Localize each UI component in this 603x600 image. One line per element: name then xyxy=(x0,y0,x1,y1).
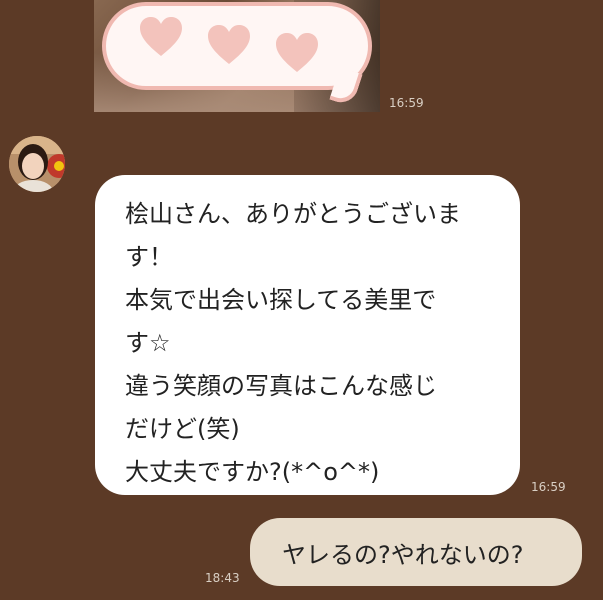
outgoing-message-bubble[interactable]: ヤレるの?やれないの? xyxy=(250,518,582,586)
photo-message[interactable] xyxy=(94,0,380,112)
avatar[interactable] xyxy=(9,136,65,192)
message-line: す！ xyxy=(125,243,173,271)
message-line: 違う笑顔の写真はこんな感じ xyxy=(125,372,437,400)
heart-icon xyxy=(206,24,252,66)
message-timestamp: 16:59 xyxy=(389,96,424,110)
message-timestamp: 18:43 xyxy=(205,571,240,585)
message-line: 大丈夫ですか?(*^o^*) xyxy=(125,458,380,486)
message-timestamp: 16:59 xyxy=(531,480,566,494)
message-line: す☆ xyxy=(125,329,171,357)
message-line: ヤレるの?やれないの? xyxy=(282,540,524,569)
incoming-message-bubble[interactable]: 桧山さん、ありがとうございま す！ 本気で出会い探してる美里で す☆ 違う笑顔の… xyxy=(95,175,520,495)
heart-icon xyxy=(274,32,320,74)
message-line: 本気で出会い探してる美里で xyxy=(125,286,437,314)
message-line: だけど(笑) xyxy=(125,415,240,443)
heart-icon xyxy=(138,16,184,58)
message-line: 桧山さん、ありがとうございま xyxy=(125,200,461,228)
